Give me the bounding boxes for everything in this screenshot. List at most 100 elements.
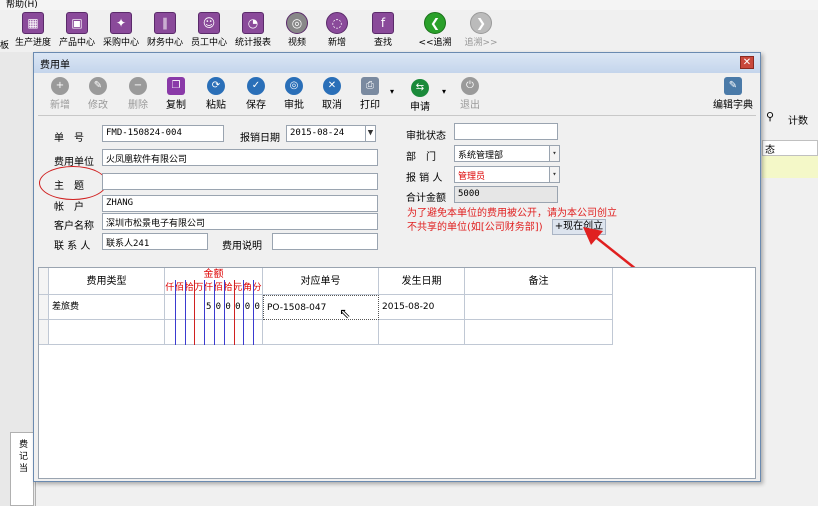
desc-field[interactable] [272,233,378,250]
row-selector[interactable] [39,295,49,320]
grid-corner [39,268,49,295]
cancel-icon: ✕ [323,77,341,95]
mouse-cursor-icon: ⇖ [339,306,351,322]
toolbar-exit-button[interactable]: ⏻ 退出 [450,75,490,111]
binoculars-icon[interactable]: ⚲ [766,110,774,123]
print-dropdown-icon[interactable]: ▾ [390,87,394,96]
toolbar-print-button[interactable]: ⎙ 打印 [350,75,390,111]
close-icon[interactable]: ✕ [740,56,754,69]
find-button[interactable]: f 查找 [360,10,406,48]
back-icon: ❮ [424,12,446,34]
header-remark: 备注 [465,268,613,295]
production-button[interactable]: ▦ 生产进度 [10,10,56,48]
customer-label: 客户名称 [54,221,94,232]
right-panel: ⚲ 计数 态 [762,52,818,506]
reporter-label: 报 销 人 [406,173,443,184]
header-ref: 对应单号 [263,268,379,295]
dictionary-icon: ✎ [724,77,742,95]
account-label: 帐 户 [54,202,84,213]
print-icon: ⎙ [361,77,379,95]
empty-cell[interactable] [379,320,465,345]
product-button[interactable]: ▣ 产品中心 [54,10,100,48]
status-column-header: 态 [762,140,818,156]
forward-button[interactable]: ❯ 追溯>> [458,10,504,48]
new-icon: ◌ [326,12,348,34]
toolbar-cancel-button[interactable]: ✕ 取消 [312,75,352,111]
report-icon: ◔ [242,12,264,34]
find-icon: f [372,12,394,34]
video-icon: ◎ [286,12,308,34]
plus-icon: + [51,77,69,95]
subject-field[interactable] [102,173,378,190]
finance-button[interactable]: ∥ 财务中心 [142,10,188,48]
toolbar-copy-button[interactable]: ❐ 复制 [156,75,196,111]
apply-icon: ⇆ [411,79,429,97]
desc-label: 费用说明 [222,241,262,252]
status-field[interactable] [454,123,558,140]
dialog-title: 费用单 [40,60,70,71]
copy-icon: ❐ [167,77,185,95]
staff-icon: ☺ [198,12,220,34]
expense-grid: 费用类型 金额 仟佰拾万仟佰拾元角分 对应单号 发生日期 备注 差旅费 5000… [38,267,756,479]
toolbar-paste-button[interactable]: ⟳ 粘贴 [196,75,236,111]
row-remark-cell[interactable] [465,295,613,320]
toolbar-dictionary-button[interactable]: ✎ 编辑字典 [710,75,756,111]
customer-field[interactable]: 深圳市松景电子有限公司 [102,213,378,230]
toolbar-edit-button[interactable]: ✎ 修改 [78,75,118,111]
reporter-dropdown-icon[interactable]: ▾ [549,167,559,182]
contact-field[interactable]: 联系人241 [102,233,208,250]
row-type-cell[interactable]: 差旅费 [49,295,165,320]
left-tab-labels: 费记当 [19,440,29,474]
left-panel: 费记当 [0,52,36,506]
minus-icon: − [129,77,147,95]
purchase-button[interactable]: ✦ 采购中心 [98,10,144,48]
row-ref-cell[interactable]: PO-1508-047 [263,295,379,320]
product-icon: ▣ [66,12,88,34]
left-tab-panel: 费记当 [10,432,34,506]
dept-label: 部 门 [406,152,436,163]
empty-cell[interactable] [263,320,379,345]
contact-label: 联 系 人 [54,241,91,252]
row-selector[interactable] [39,320,49,345]
toolbar-save-button[interactable]: ✓ 保存 [236,75,276,111]
header-type: 费用类型 [49,268,165,295]
main-toolbar: ▦ 生产进度 ▣ 产品中心 ✦ 采购中心 ∥ 财务中心 ☺ 员工中心 ◔ 统计报表 ◎ 视频 … [0,10,818,51]
row-date-cell[interactable]: 2015-08-20 [379,295,465,320]
empty-cell[interactable] [49,320,165,345]
toolbar-approve-button[interactable]: ◎ 审批 [274,75,314,111]
date-label: 报销日期 [240,133,280,144]
dept-dropdown-icon[interactable]: ▾ [549,146,559,161]
new-button[interactable]: ◌ 新增 [314,10,360,48]
toolbar-new-button[interactable]: + 新增 [40,75,80,111]
exit-icon: ⏻ [461,77,479,95]
account-field[interactable]: ZHANG [102,195,378,212]
menu-help[interactable]: 帮助(H) [6,0,38,10]
status-label: 审批状态 [406,131,446,142]
toolbar-delete-button[interactable]: − 删除 [118,75,158,111]
empty-cell[interactable] [465,320,613,345]
unit-field[interactable]: 火凤凰软件有限公司 [102,149,378,166]
reporter-select[interactable]: 管理员 ▾ [454,166,560,183]
dept-select[interactable]: 系统管理部 ▾ [454,145,560,162]
production-icon: ▦ [22,12,44,34]
paste-icon: ⟳ [207,77,225,95]
date-picker[interactable]: 2015-08-24 ▼ [286,125,376,142]
highlighted-row[interactable] [762,156,818,178]
report-button[interactable]: ◔ 统计报表 [230,10,276,48]
forward-icon: ❯ [470,12,492,34]
purchase-icon: ✦ [110,12,132,34]
date-dropdown-icon[interactable]: ▼ [365,126,375,141]
finance-icon: ∥ [154,12,176,34]
header-date: 发生日期 [379,268,465,295]
toolbar-apply-button[interactable]: ⇆ 申请 [400,77,440,113]
staff-button[interactable]: ☺ 员工中心 [186,10,232,48]
dialog-titlebar: 费用单 ✕ [34,53,760,73]
total-field: 5000 [454,186,558,203]
back-button[interactable]: ❮ <<追溯 [412,10,458,48]
expense-dialog: 费用单 ✕ + 新增 ✎ 修改 − 删除 ❐ 复制 ⟳ 粘贴 ✓ 保存 ◎ 审批 ✕ 取消 ⎙ 打印… [33,52,761,482]
order-no-field[interactable]: FMD-150824-004 [102,125,224,142]
total-label: 合计金额 [406,193,446,204]
apply-dropdown-icon[interactable]: ▾ [442,87,446,96]
amount-column-lines [175,280,254,345]
count-label: 计数 [788,116,808,127]
